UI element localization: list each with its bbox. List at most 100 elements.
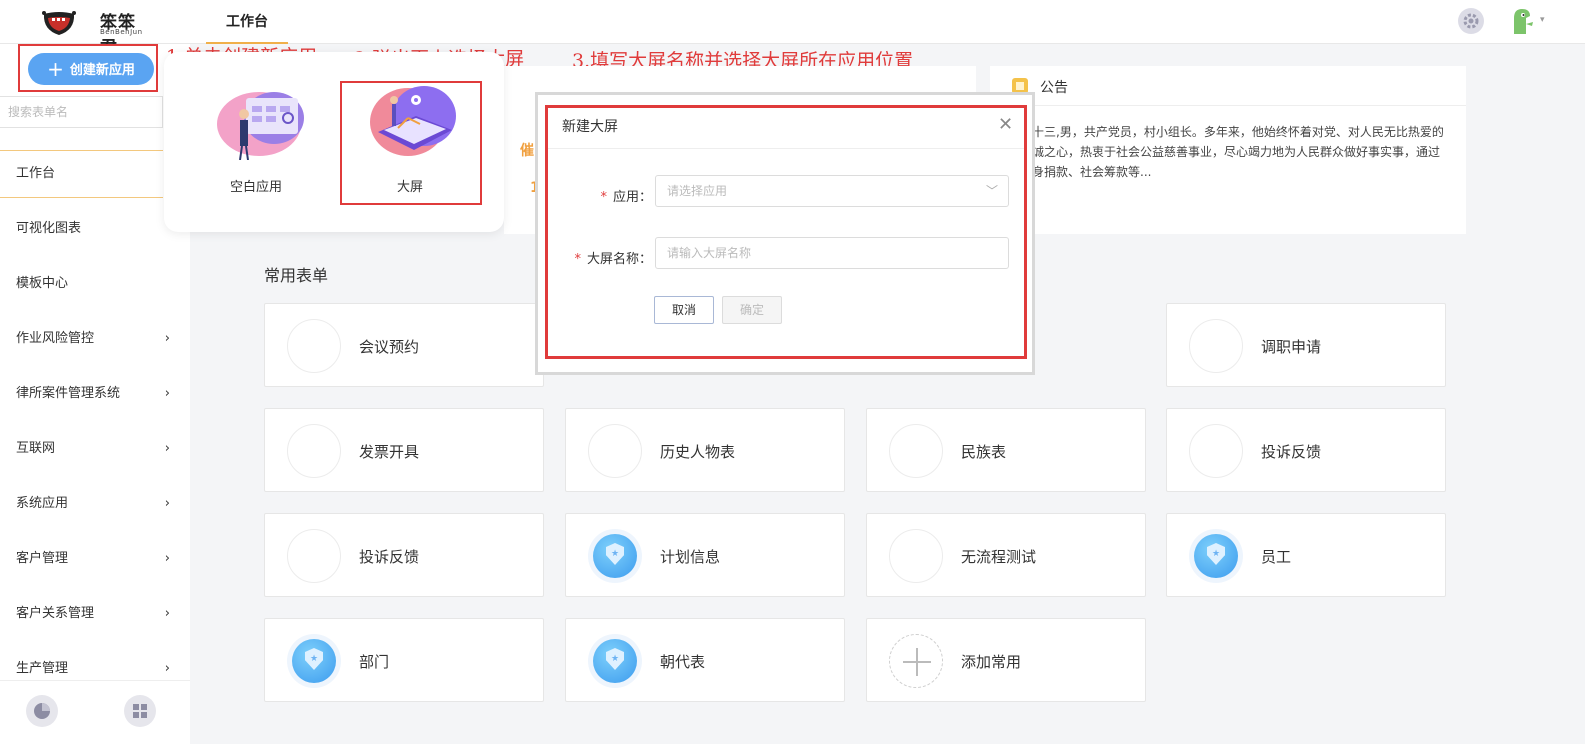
form-tile-name: 朝代表 <box>660 653 706 671</box>
new-big-screen-modal: 新建大屏 ✕ * 应用： 请选择应用 ﹀ * 大屏名称： 请输入大屏名称 取消 确定 <box>545 105 1027 359</box>
form-tile[interactable]: 发票开具 <box>264 408 544 492</box>
form-tile-name: 计划信息 <box>660 548 721 566</box>
form-tile-name: 投诉反馈 <box>359 548 420 566</box>
chevron-right-icon: › <box>164 386 170 401</box>
form-tile[interactable]: 调职申请 <box>1166 303 1446 387</box>
welcome-text-fragment: 催 <box>520 143 534 159</box>
form-avatar-placeholder <box>889 529 943 583</box>
create-app-button[interactable]: + 创建新应用 <box>28 53 154 85</box>
form-avatar-placeholder <box>287 424 341 478</box>
search-input[interactable]: 搜索表单名 <box>0 96 163 128</box>
form-tile[interactable]: 添加常用 <box>866 618 1146 702</box>
big-screen-name-input[interactable]: 请输入大屏名称 <box>655 237 1009 269</box>
form-avatar-placeholder <box>588 424 642 478</box>
chevron-down-icon[interactable]: ▾ <box>1540 15 1545 25</box>
form-tile-name: 调职申请 <box>1261 338 1322 356</box>
name-label-text: 大屏名称： <box>586 252 652 267</box>
modal-divider <box>548 148 1024 149</box>
sidebar-item-label: 作业风险管控 <box>16 331 95 346</box>
blank-app-illustration-icon <box>217 92 304 160</box>
app-label-text: 应用： <box>612 190 652 205</box>
create-app-label: 创建新应用 <box>69 63 135 78</box>
logo-mark-icon <box>42 11 76 35</box>
required-mark: * <box>600 190 607 205</box>
chevron-right-icon: › <box>164 606 170 621</box>
form-tile[interactable]: 朝代表 <box>565 618 845 702</box>
sidebar-footer <box>0 680 190 744</box>
form-tile[interactable]: 部门 <box>264 618 544 702</box>
notice-title: 公告 <box>1040 80 1068 96</box>
form-avatar-placeholder <box>287 529 341 583</box>
tab-workbench[interactable]: 工作台 <box>206 0 288 44</box>
form-tile-name: 无流程测试 <box>961 548 1037 566</box>
cancel-button[interactable]: 取消 <box>654 296 714 324</box>
logo[interactable]: 笨笨君 BenBenJun <box>42 8 143 58</box>
form-avatar-placeholder <box>1189 319 1243 373</box>
form-tile-name: 民族表 <box>961 443 1007 461</box>
form-tile[interactable]: 投诉反馈 <box>264 513 544 597</box>
modal-title: 新建大屏 <box>562 119 618 135</box>
form-tile-name: 部门 <box>359 653 390 671</box>
grid-icon[interactable] <box>124 695 156 727</box>
sidebar-item-label: 律所案件管理系统 <box>16 386 121 401</box>
section-title: 常用表单 <box>264 266 329 285</box>
chevron-right-icon: › <box>164 496 170 511</box>
annotation-box-create: + 创建新应用 <box>18 44 158 92</box>
notice-header: 公告 <box>990 66 1466 106</box>
sidebar-item-label: 工作台 <box>16 166 56 181</box>
form-avatar-placeholder <box>889 424 943 478</box>
sidebar-item[interactable]: 模板中心 <box>0 260 190 315</box>
sidebar-item-label: 客户关系管理 <box>16 606 95 621</box>
shield-icon <box>1189 529 1243 583</box>
chevron-down-icon: ﹀ <box>985 184 998 198</box>
avatar[interactable] <box>1506 6 1536 36</box>
form-tile-name: 添加常用 <box>961 653 1022 671</box>
form-tile[interactable]: 历史人物表 <box>565 408 845 492</box>
app-select-placeholder: 请选择应用 <box>667 184 728 198</box>
app-select[interactable]: 请选择应用 ﹀ <box>655 175 1009 207</box>
form-tile-name: 历史人物表 <box>660 443 736 461</box>
form-tile[interactable]: 无流程测试 <box>866 513 1146 597</box>
form-tile-name: 发票开具 <box>359 443 420 461</box>
chevron-right-icon: › <box>164 551 170 566</box>
form-tile[interactable]: 员工 <box>1166 513 1446 597</box>
sidebar-item[interactable]: 客户管理 › <box>0 535 190 590</box>
form-tile[interactable]: 计划信息 <box>565 513 845 597</box>
form-tile-name: 员工 <box>1261 548 1292 566</box>
name-field-label: * 大屏名称： <box>562 248 652 267</box>
logo-subtext: BenBenJun <box>100 28 143 36</box>
sidebar-item[interactable]: 可视化图表 <box>0 205 190 260</box>
sidebar-item[interactable]: 作业风险管控 › <box>0 315 190 370</box>
notice-text[interactable]: 余十三,男，共产党员，村小组长。多年来，他始终怀着对党、对人民无比热爱的赤诚之心… <box>1020 122 1446 182</box>
pie-chart-icon[interactable] <box>26 695 58 727</box>
blank-app-option[interactable]: 空白应用 <box>196 80 316 200</box>
shield-icon <box>287 634 341 688</box>
sidebar-nav: 工作台 可视化图表 模板中心 作业风险管控 › 律所案件管理系统 › 互联网 › 系统应用 › 客户管… <box>0 150 190 700</box>
form-tile[interactable]: 投诉反馈 <box>1166 408 1446 492</box>
sidebar: + 创建新应用 搜索表单名 工作台 可视化图表 模板中心 作业风险管控 › 律所案件管理系统… <box>0 44 190 744</box>
sidebar-item-label: 互联网 <box>16 441 56 456</box>
sidebar-item[interactable]: 客户关系管理 › <box>0 590 190 645</box>
gear-icon[interactable] <box>1458 8 1484 34</box>
sidebar-item[interactable]: 系统应用 › <box>0 480 190 535</box>
sidebar-item[interactable]: 律所案件管理系统 › <box>0 370 190 425</box>
notice-card: 公告 余十三,男，共产党员，村小组长。多年来，他始终怀着对党、对人民无比热爱的赤… <box>990 66 1466 234</box>
close-icon[interactable]: ✕ <box>998 114 1013 135</box>
sidebar-item-label: 客户管理 <box>16 551 69 566</box>
required-mark: * <box>574 252 581 267</box>
confirm-button[interactable]: 确定 <box>722 296 782 324</box>
plus-icon <box>889 634 943 688</box>
blank-app-label: 空白应用 <box>229 180 282 195</box>
dino-avatar-icon <box>1514 9 1533 34</box>
form-tile[interactable]: 民族表 <box>866 408 1146 492</box>
form-tile-name: 会议预约 <box>359 338 420 356</box>
sidebar-item[interactable]: 工作台 <box>0 150 163 198</box>
sidebar-item[interactable]: 互联网 › <box>0 425 190 480</box>
shield-icon <box>588 529 642 583</box>
form-avatar-placeholder <box>1189 424 1243 478</box>
sidebar-item-label: 模板中心 <box>16 276 69 291</box>
app-field-label: * 应用： <box>588 186 652 205</box>
form-tile-name: 投诉反馈 <box>1261 443 1322 461</box>
form-tile[interactable]: 会议预约 <box>264 303 544 387</box>
top-bar: 笨笨君 BenBenJun 工作台 ▾ <box>0 0 1585 58</box>
